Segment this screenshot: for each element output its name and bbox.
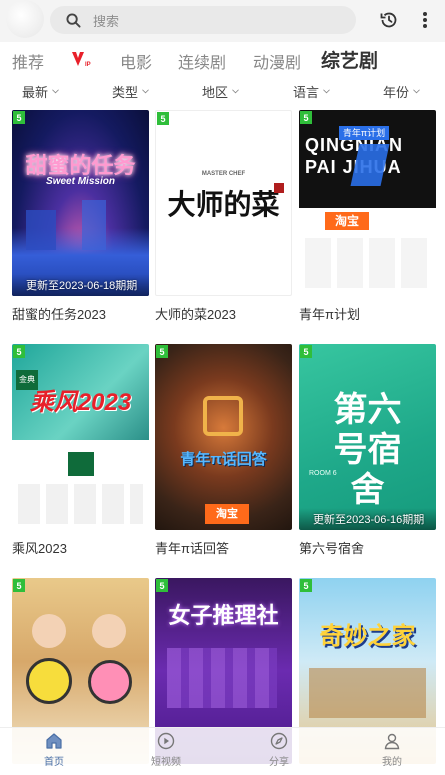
show-title[interactable]: 青年π计划 (299, 304, 436, 323)
poster-title: 乘风2023 (29, 389, 132, 416)
mascot-image (26, 658, 72, 704)
home-icon (46, 733, 62, 749)
filter-language[interactable]: 语言 (293, 82, 330, 101)
house-image (309, 668, 426, 718)
tab-movie[interactable]: 电影 (120, 49, 152, 73)
show-card[interactable]: 5 青年π话回答 淘宝 青年π话回答 (155, 344, 292, 557)
sponsor-logos (305, 238, 430, 288)
show-title[interactable]: 乘风2023 (12, 538, 149, 557)
poster-title: 第六号宿舍 (333, 390, 402, 510)
status-badge: 5 (157, 112, 169, 125)
status-badge: 5 (13, 345, 25, 358)
person-image (32, 614, 66, 648)
filter-label: 地区 (202, 85, 229, 100)
filter-type[interactable]: 类型 (112, 82, 149, 101)
seal-icon (274, 183, 284, 193)
chevron-down-icon (142, 89, 149, 94)
show-card[interactable]: 5 甜蜜的任务 Sweet Mission 更新至2023-06-18期期 甜蜜… (12, 110, 149, 323)
update-text: 更新至2023-06-16期期 (299, 508, 436, 530)
status-badge: 5 (300, 345, 312, 358)
poster[interactable]: 5 第六号宿舍 ROOM 6 更新至2023-06-16期期 (299, 344, 436, 530)
search-input[interactable]: 搜索 (50, 6, 356, 34)
status-badge: 5 (300, 111, 312, 124)
nav-home[interactable]: 首页 (24, 732, 84, 768)
tab-variety[interactable]: 综艺剧 (321, 46, 378, 73)
filter-label: 类型 (112, 85, 139, 100)
poster-title: 女子推理社 (168, 603, 279, 628)
tab-series[interactable]: 连续剧 (178, 49, 226, 73)
nav-label: 首页 (44, 757, 64, 768)
nav-short-video[interactable]: 短视频 (136, 732, 196, 768)
category-tabs: 推荐 IP 电影 连续剧 动漫剧 综艺剧 (0, 44, 445, 76)
show-card[interactable]: 5 第六号宿舍 ROOM 6 更新至2023-06-16期期 第六号宿舍 (299, 344, 436, 557)
pi-logo (203, 396, 243, 436)
status-badge: 5 (300, 579, 312, 592)
nav-profile[interactable]: 我的 (362, 732, 422, 768)
play-circle-icon (157, 732, 175, 750)
stage-image (167, 648, 277, 708)
chevron-down-icon (232, 89, 239, 94)
filter-region[interactable]: 地区 (202, 82, 239, 101)
poster-title: 青年π话回答 (180, 451, 267, 468)
filter-label: 语言 (293, 85, 320, 100)
history-icon[interactable] (378, 9, 400, 31)
chevron-down-icon (413, 89, 420, 94)
poster[interactable]: 5 QINGNIAN PAI JIHUA 青年π计划 淘宝 (299, 110, 436, 296)
more-vertical-icon[interactable] (414, 9, 436, 31)
status-badge: 5 (156, 579, 168, 592)
filter-label: 年份 (383, 85, 410, 100)
search-placeholder: 搜索 (93, 13, 120, 29)
filter-label: 最新 (22, 85, 49, 100)
nav-label: 分享 (269, 757, 289, 768)
brand-logo (68, 452, 94, 476)
show-card[interactable]: 5 大师的菜 MASTER CHEF 大师的菜2023 (155, 110, 292, 323)
sponsor-logos (18, 484, 143, 524)
vip-icon[interactable]: IP (70, 49, 94, 69)
poster[interactable]: 5 甜蜜的任务 Sweet Mission 更新至2023-06-18期期 (12, 110, 149, 296)
nav-label: 我的 (382, 757, 402, 768)
poster-title: 大师的菜 (167, 188, 280, 221)
show-title[interactable]: 大师的菜2023 (155, 304, 292, 323)
poster[interactable]: 5 青年π话回答 淘宝 (155, 344, 292, 530)
search-icon (66, 12, 81, 28)
poster-subtitle: ROOM 6 (309, 470, 337, 477)
compass-icon (270, 732, 288, 750)
sponsor-logo: 淘宝 (325, 212, 369, 230)
poster-subtitle: MASTER CHEF (201, 171, 246, 177)
svg-text:IP: IP (85, 62, 91, 68)
poster[interactable]: 5 金典 乘风2023 (12, 344, 149, 530)
person-image (92, 614, 126, 648)
tab-anime[interactable]: 动漫剧 (253, 49, 301, 73)
status-badge: 5 (13, 111, 25, 124)
show-card[interactable]: 5 QINGNIAN PAI JIHUA 青年π计划 淘宝 青年π计划 (299, 110, 436, 323)
show-title[interactable]: 第六号宿舍 (299, 538, 436, 557)
tab-recommend[interactable]: 推荐 (12, 49, 44, 73)
filter-latest[interactable]: 最新 (22, 82, 59, 101)
nav-share[interactable]: 分享 (249, 732, 309, 768)
update-text: 更新至2023-06-18期期 (12, 274, 149, 296)
top-bar: 搜索 (0, 0, 445, 42)
nav-label: 短视频 (151, 757, 181, 768)
mascot-image (88, 660, 132, 704)
show-title[interactable]: 甜蜜的任务2023 (12, 304, 149, 323)
poster-subtitle: 青年π计划 (339, 126, 389, 140)
avatar[interactable] (6, 0, 44, 38)
chevron-down-icon (52, 89, 59, 94)
chevron-down-icon (323, 89, 330, 94)
poster[interactable]: 5 大师的菜 MASTER CHEF (155, 110, 292, 296)
show-title[interactable]: 青年π话回答 (155, 538, 292, 557)
filter-year[interactable]: 年份 (383, 82, 420, 101)
status-badge: 5 (13, 579, 25, 592)
status-badge: 5 (156, 345, 168, 358)
show-card[interactable]: 5 金典 乘风2023 乘风2023 (12, 344, 149, 557)
bottom-nav: 首页 短视频 分享 我的 (0, 727, 445, 775)
user-icon (384, 733, 400, 750)
sponsor-logo: 淘宝 (205, 504, 249, 524)
poster-title: 奇妙之家 (319, 623, 416, 650)
filter-row: 最新 类型 地区 语言 年份 (0, 80, 445, 102)
poster-subtitle: Sweet Mission (46, 176, 115, 187)
